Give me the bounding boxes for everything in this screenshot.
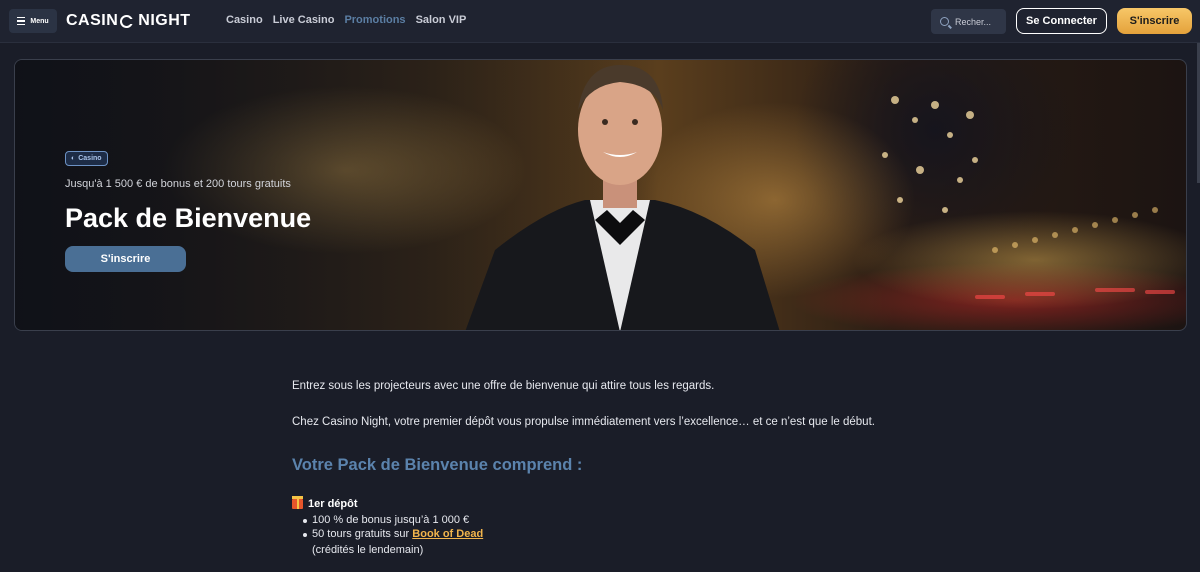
search-input[interactable]: Recher... [931,9,1006,34]
login-button[interactable]: Se Connecter [1016,8,1107,34]
credit-note: (crédités le lendemain) [312,544,424,556]
logo-text-part1: CASIN [66,12,119,29]
nav-casino[interactable]: Casino [226,14,263,26]
intro-paragraph-2: Chez Casino Night, votre premier dépôt v… [292,416,875,428]
list-item: 100 % de bonus jusqu’à 1 000 € [303,514,483,526]
deposit-title: 1er dépôt [308,498,358,510]
hero-subtitle: Jusqu'à 1 500 € de bonus et 200 tours gr… [65,178,291,190]
nav-live-casino[interactable]: Live Casino [273,14,335,26]
bullet2-prefix: 50 tours gratuits sur [312,528,413,540]
tuxedo-man-image [465,65,780,330]
nav-promotions[interactable]: Promotions [344,14,405,26]
menu-button[interactable]: Menu [9,9,57,33]
casino-chip-icon: ◐ [71,155,76,162]
search-placeholder: Recher... [955,16,992,27]
badge-label: Casino [78,155,102,162]
hero-banner: ◐ Casino Jusqu'à 1 500 € de bonus et 200… [14,59,1187,331]
list-item: 50 tours gratuits sur Book of Dead [303,528,483,540]
logo-text-part2: NIGHT [138,12,191,29]
book-of-dead-link[interactable]: Book of Dead [412,528,483,540]
nav-salon-vip[interactable]: Salon VIP [416,14,467,26]
hamburger-icon [17,16,26,26]
category-badge: ◐ Casino [65,151,108,166]
hero-signup-button[interactable]: S'inscrire [65,246,186,272]
section-title: Votre Pack de Bienvenue comprend : [292,456,583,474]
menu-label: Menu [30,17,49,25]
main-nav: Casino Live Casino Promotions Salon VIP [226,14,466,26]
deposit-heading: 1er dépôt [292,496,358,510]
gift-icon [292,496,303,509]
intro-paragraph: Entrez sous les projecteurs avec une off… [292,380,715,392]
hero-title: Pack de Bienvenue [65,203,312,233]
top-header: Menu CASIN NIGHT Casino Live Casino Prom… [0,0,1200,43]
bonus-list: 100 % de bonus jusqu’à 1 000 € 50 tours … [303,514,483,542]
search-icon [940,17,949,26]
logo-o-mark [120,14,135,28]
signup-button[interactable]: S'inscrire [1117,8,1192,34]
casino-night-logo[interactable]: CASIN NIGHT [66,12,191,30]
